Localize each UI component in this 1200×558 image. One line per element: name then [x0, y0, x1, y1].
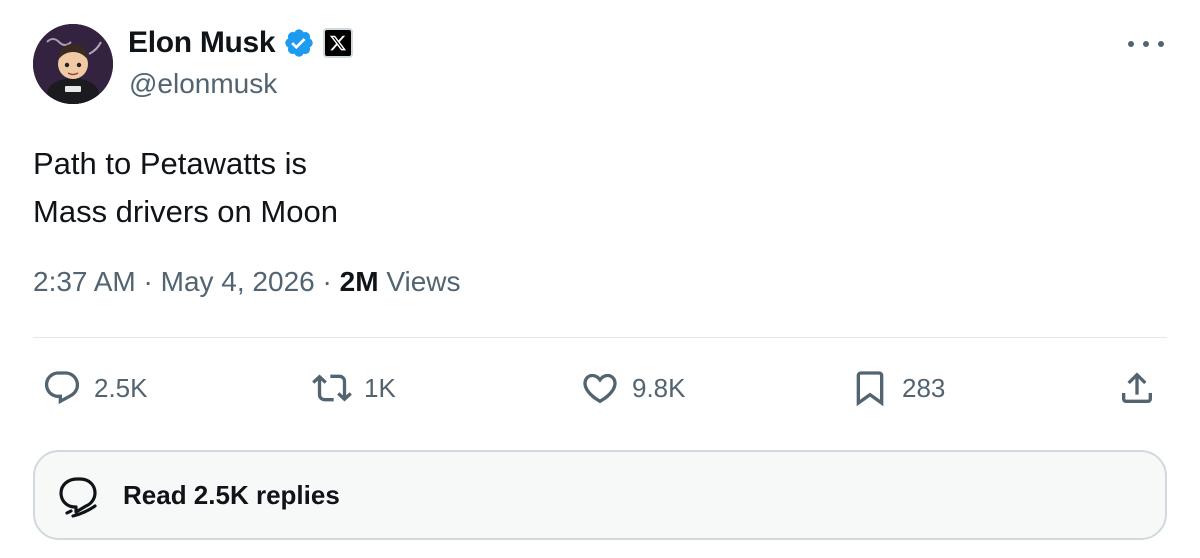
- meta-separator: ·: [143, 266, 153, 297]
- verified-badge-icon[interactable]: [283, 27, 315, 59]
- tweet-line: Path to Petawatts is: [33, 146, 307, 181]
- divider: [33, 337, 1167, 338]
- bookmark-icon: [850, 368, 890, 408]
- x-logo-icon[interactable]: [323, 28, 354, 58]
- bookmark-button[interactable]: 283: [850, 362, 945, 414]
- reply-button[interactable]: 2.5K: [42, 362, 148, 414]
- repost-button[interactable]: 1K: [312, 362, 396, 414]
- read-replies-label: Read 2.5K replies: [123, 479, 340, 510]
- read-replies-button[interactable]: Read 2.5K replies: [33, 450, 1167, 540]
- repost-icon: [312, 368, 352, 408]
- author-display-name[interactable]: Elon Musk: [128, 26, 276, 60]
- tweet-line: Mass drivers on Moon: [33, 194, 338, 229]
- tweet-time[interactable]: 2:37 AM: [33, 266, 136, 297]
- author-name-row[interactable]: Elon Musk: [128, 26, 354, 60]
- repost-count: 1K: [364, 372, 396, 403]
- meta-separator: ·: [322, 266, 332, 297]
- share-button[interactable]: [1117, 362, 1157, 414]
- tweet-text: Path to Petawatts is Mass drivers on Moo…: [33, 140, 1133, 236]
- replies-bubble-icon: [53, 469, 105, 521]
- reply-count: 2.5K: [94, 372, 148, 403]
- share-icon: [1117, 368, 1157, 408]
- more-icon[interactable]: [1128, 32, 1164, 56]
- bookmark-count: 283: [902, 372, 946, 403]
- reply-icon: [42, 368, 82, 408]
- avatar[interactable]: [33, 24, 113, 104]
- like-count: 9.8K: [632, 372, 686, 403]
- views-count[interactable]: 2M: [340, 266, 379, 297]
- like-button[interactable]: 9.8K: [580, 362, 686, 414]
- views-label: Views: [386, 266, 461, 297]
- tweet-date[interactable]: May 4, 2026: [161, 266, 315, 297]
- author-handle[interactable]: @elonmusk: [129, 68, 277, 100]
- tweet-meta: 2:37 AM · May 4, 2026 · 2M Views: [33, 266, 461, 298]
- like-icon: [580, 368, 620, 408]
